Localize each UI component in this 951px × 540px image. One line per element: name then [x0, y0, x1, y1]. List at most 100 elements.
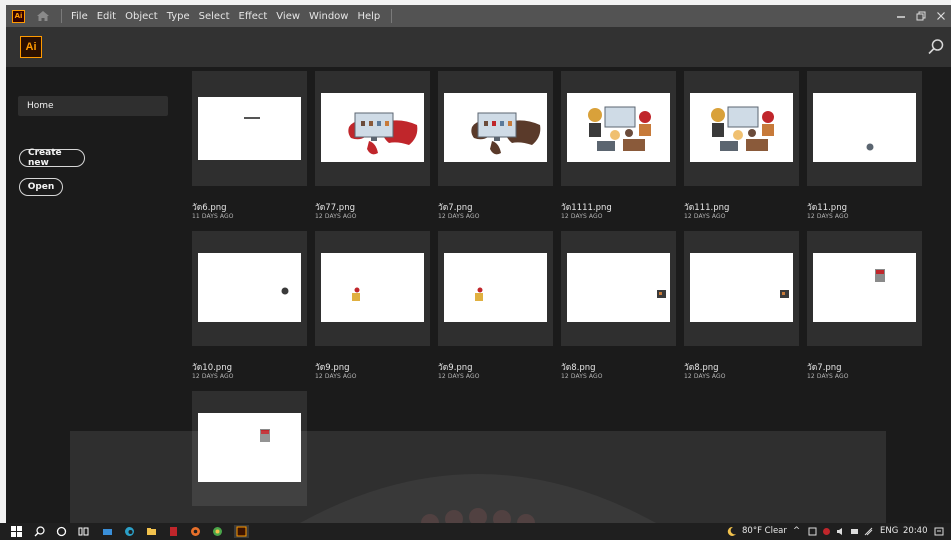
minimize-icon[interactable] — [891, 5, 911, 27]
home-icon[interactable] — [35, 9, 51, 23]
file-thumbnail[interactable] — [684, 231, 799, 346]
mail-icon[interactable] — [101, 525, 114, 538]
create-new-button[interactable]: Create new — [19, 148, 85, 168]
illustrator-window: Ai File Edit Object Type Select Effect V… — [6, 5, 951, 523]
file-name[interactable]: วัด11.png — [807, 200, 847, 214]
edge-icon[interactable] — [123, 525, 136, 538]
thumbnail-image — [567, 93, 670, 162]
file-date: 12 DAYS AGO — [684, 373, 726, 380]
window-controls — [891, 5, 951, 27]
thumbnail-image — [690, 253, 793, 322]
file-name[interactable]: วัด10.png — [192, 360, 232, 374]
file-thumbnail[interactable] — [684, 71, 799, 186]
file-name[interactable]: วัด9.png — [315, 360, 350, 374]
open-button[interactable]: Open — [19, 178, 63, 196]
windows-taskbar: 80°F Clear ^ ENG 20:40 — [0, 523, 951, 540]
menu-view[interactable]: View — [276, 11, 300, 22]
file-thumbnail[interactable] — [192, 231, 307, 346]
file-date: 12 DAYS AGO — [561, 373, 603, 380]
menu-help[interactable]: Help — [357, 11, 380, 22]
menu-divider — [61, 9, 62, 23]
search-icon[interactable] — [927, 38, 945, 56]
network-icon[interactable] — [862, 525, 875, 538]
file-thumbnail[interactable] — [438, 231, 553, 346]
menu-bar: Ai File Edit Object Type Select Effect V… — [6, 5, 951, 27]
left-panel: Home Create new Open — [6, 67, 186, 523]
thumbnail-image — [444, 253, 547, 322]
nav-home[interactable]: Home — [18, 96, 168, 116]
volume-icon[interactable] — [834, 525, 847, 538]
file-thumbnail[interactable] — [561, 231, 676, 346]
task-view-icon[interactable] — [77, 525, 90, 538]
app-red-icon[interactable] — [167, 525, 180, 538]
thumbnail-image — [198, 97, 301, 160]
thumbnail-image — [198, 253, 301, 322]
file-thumbnail[interactable] — [315, 231, 430, 346]
tray-app-icon[interactable] — [806, 525, 819, 538]
cortana-icon[interactable] — [55, 525, 68, 538]
file-date: 12 DAYS AGO — [807, 213, 849, 220]
file-thumbnail[interactable] — [315, 71, 430, 186]
thumbnail-image — [690, 93, 793, 162]
file-date: 11 DAYS AGO — [192, 213, 234, 220]
file-date: 12 DAYS AGO — [561, 213, 603, 220]
app-orange-icon[interactable] — [189, 525, 202, 538]
search-icon[interactable] — [33, 525, 46, 538]
thumbnail-image — [813, 253, 916, 322]
file-thumbnail[interactable] — [807, 231, 922, 346]
menu-edit[interactable]: Edit — [97, 11, 116, 22]
menu-effect[interactable]: Effect — [239, 11, 268, 22]
file-name[interactable]: วัด8.png — [684, 360, 719, 374]
tray-app-red-icon[interactable] — [820, 525, 833, 538]
file-thumbnail[interactable] — [438, 71, 553, 186]
file-name[interactable]: วัด9.png — [438, 360, 473, 374]
menu-divider — [391, 9, 393, 23]
language-indicator[interactable]: ENG — [880, 526, 898, 536]
file-name[interactable]: วัด7.png — [438, 200, 473, 214]
weather-status[interactable]: 80°F Clear — [742, 526, 787, 536]
chrome-icon[interactable] — [211, 525, 224, 538]
menu-select[interactable]: Select — [199, 11, 230, 22]
file-date: 12 DAYS AGO — [807, 373, 849, 380]
thumbnail-image — [321, 253, 424, 322]
file-date: 12 DAYS AGO — [438, 373, 480, 380]
recent-files-grid: วัด6.png 11 DAYS AGO วัด77.png 12 DAYS A… — [192, 67, 951, 523]
file-date: 12 DAYS AGO — [684, 213, 726, 220]
file-thumbnail[interactable] — [192, 391, 307, 506]
file-thumbnail[interactable] — [561, 71, 676, 186]
windows-start-icon[interactable] — [10, 525, 23, 538]
file-thumbnail[interactable] — [192, 71, 307, 186]
thumbnail-image — [813, 93, 916, 162]
file-name[interactable]: วัด1111.png — [561, 200, 612, 214]
menu-file[interactable]: File — [71, 11, 88, 22]
thumbnail-image — [444, 93, 547, 162]
thumbnail-image — [321, 93, 424, 162]
menu-type[interactable]: Type — [167, 11, 190, 22]
restore-icon[interactable] — [911, 5, 931, 27]
file-date: 12 DAYS AGO — [315, 213, 357, 220]
menu-object[interactable]: Object — [125, 11, 158, 22]
app-header: Ai — [6, 27, 951, 67]
file-name[interactable]: วัด6.png — [192, 200, 227, 214]
illustrator-logo: Ai — [20, 36, 42, 58]
weather-moon-icon — [725, 525, 738, 538]
illustrator-app-icon[interactable]: Ai — [12, 9, 25, 23]
menu-window[interactable]: Window — [309, 11, 348, 22]
file-thumbnail[interactable] — [807, 71, 922, 186]
illustrator-taskbar-icon[interactable] — [234, 525, 249, 538]
file-date: 12 DAYS AGO — [315, 373, 357, 380]
clock[interactable]: 20:40 — [903, 526, 928, 536]
close-icon[interactable] — [931, 5, 951, 27]
thumbnail-image — [567, 253, 670, 322]
file-name[interactable]: วัด8.png — [561, 360, 596, 374]
file-date: 12 DAYS AGO — [438, 213, 480, 220]
tray-chevron-icon[interactable]: ^ — [793, 526, 800, 536]
file-explorer-icon[interactable] — [145, 525, 158, 538]
thumbnail-image — [198, 413, 301, 482]
file-name[interactable]: วัด111.png — [684, 200, 729, 214]
file-date: 12 DAYS AGO — [192, 373, 234, 380]
file-name[interactable]: วัด7.png — [807, 360, 842, 374]
battery-icon[interactable] — [848, 525, 861, 538]
notification-icon[interactable] — [932, 525, 945, 538]
file-name[interactable]: วัด77.png — [315, 200, 355, 214]
